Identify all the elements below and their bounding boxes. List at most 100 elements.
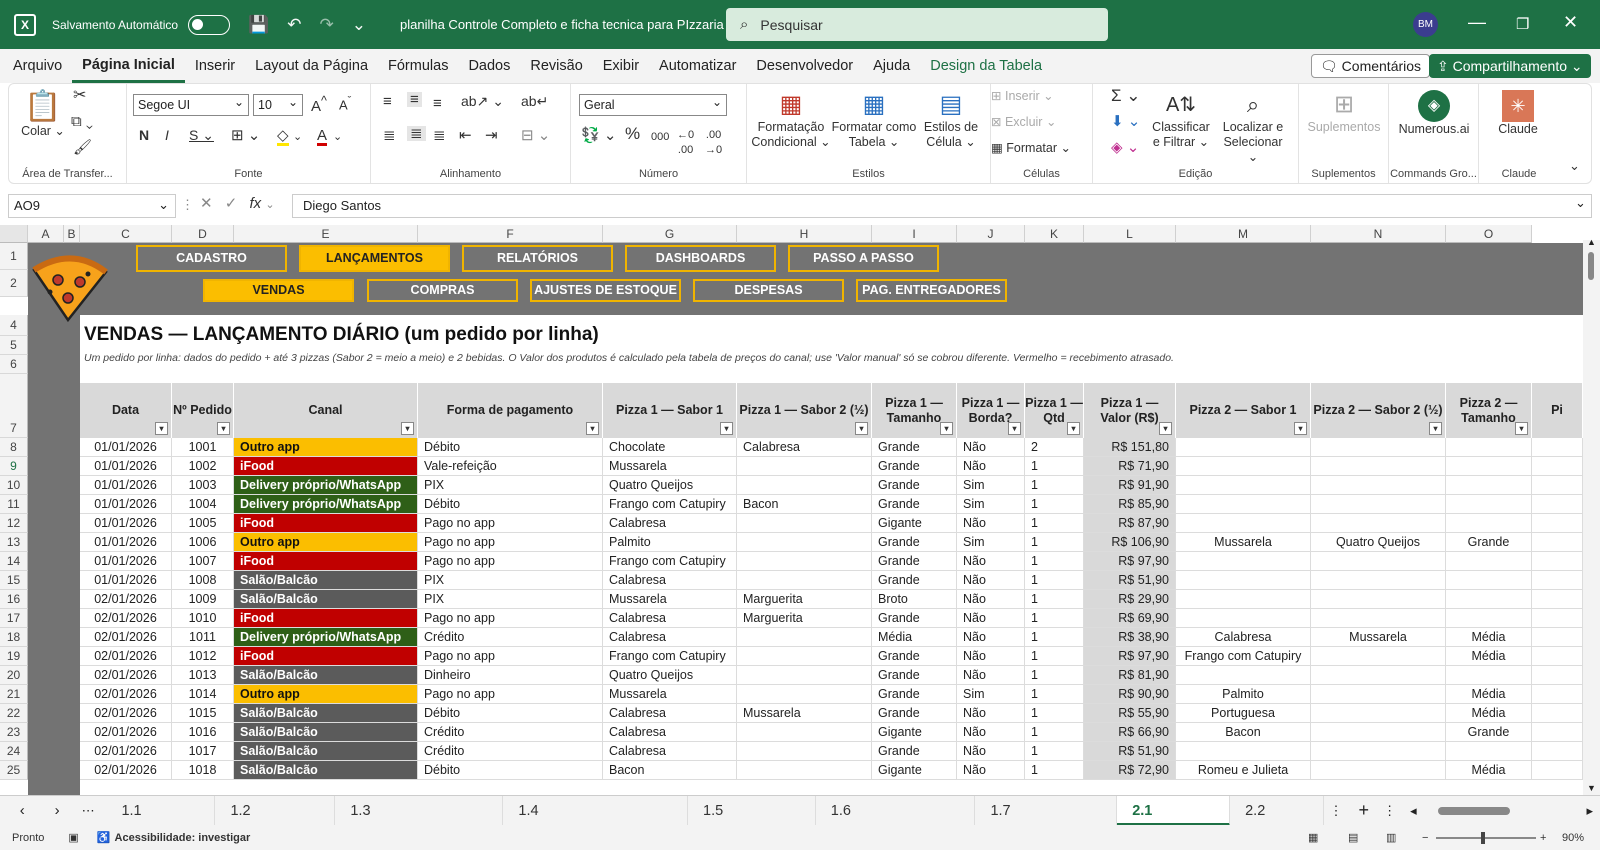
row-header-12[interactable]: 12 bbox=[0, 514, 28, 533]
delete-cells-button[interactable]: ⊠ Excluir ⌄ bbox=[991, 115, 1056, 130]
nav-sub-2[interactable]: AJUSTES DE ESTOQUE bbox=[530, 279, 681, 302]
table-cell-r3-c6[interactable]: Grande bbox=[872, 495, 957, 514]
table-cell-r7-c3[interactable]: PIX bbox=[418, 571, 603, 590]
table-cell-r3-c10[interactable] bbox=[1176, 495, 1311, 514]
shrink-font-icon[interactable]: Aˇ bbox=[339, 94, 351, 112]
page-break-view-icon[interactable]: ▥ bbox=[1386, 831, 1396, 844]
table-cell-r17-c7[interactable]: Não bbox=[957, 761, 1025, 780]
nav-top-4[interactable]: PASSO A PASSO bbox=[788, 245, 939, 272]
zoom-slider[interactable] bbox=[1436, 832, 1536, 844]
table-cell-r0-c8[interactable]: 2 bbox=[1025, 438, 1084, 457]
merge-center-icon[interactable]: ⊟ ⌄ bbox=[521, 128, 550, 143]
table-cell-r1-c1[interactable]: 1002 bbox=[172, 457, 234, 476]
table-cell-r14-c5[interactable]: Mussarela bbox=[737, 704, 872, 723]
table-cell-r6-c0[interactable]: 01/01/2026 bbox=[80, 552, 172, 571]
table-cell-r7-c2[interactable]: Salão/Balcão bbox=[234, 571, 418, 590]
table-cell-r7-c8[interactable]: 1 bbox=[1025, 571, 1084, 590]
comments-button[interactable]: 🗨 Comentários bbox=[1311, 54, 1431, 78]
table-header-5[interactable]: Pizza 1 — Sabor 2 (½) ▾ bbox=[737, 383, 872, 438]
more-sheets-icon[interactable]: ⋯ bbox=[70, 803, 107, 819]
paste-button[interactable]: 📋 Colar ⌄ bbox=[19, 90, 67, 139]
menu-arquivo[interactable]: Arquivo bbox=[3, 49, 72, 83]
table-header-8[interactable]: Pizza 1 — Qtd ▾ bbox=[1025, 383, 1084, 438]
column-header-i[interactable]: I bbox=[872, 225, 957, 243]
table-cell-r11-c12[interactable]: Média bbox=[1446, 647, 1532, 666]
column-header-d[interactable]: D bbox=[172, 225, 234, 243]
table-cell-r15-c0[interactable]: 02/01/2026 bbox=[80, 723, 172, 742]
table-cell-r13-c4[interactable]: Mussarela bbox=[603, 685, 737, 704]
table-cell-r2-c5[interactable] bbox=[737, 476, 872, 495]
table-cell-r5-c0[interactable]: 01/01/2026 bbox=[80, 533, 172, 552]
user-avatar[interactable]: BM bbox=[1413, 12, 1438, 37]
row-header-25[interactable]: 25 bbox=[0, 761, 28, 780]
format-painter-icon[interactable]: 🖌 bbox=[73, 140, 92, 155]
cut-icon[interactable]: ✂ bbox=[73, 88, 86, 104]
table-cell-r11-c3[interactable]: Pago no app bbox=[418, 647, 603, 666]
table-cell-r17-c13[interactable] bbox=[1532, 761, 1583, 780]
table-cell-r10-c9[interactable]: R$ 38,90 bbox=[1084, 628, 1176, 647]
hscroll-left-icon[interactable]: ◂ bbox=[1410, 803, 1424, 819]
cell-styles-button[interactable]: ▤ Estilos de Célula ⌄ bbox=[919, 90, 983, 150]
table-cell-r7-c12[interactable] bbox=[1446, 571, 1532, 590]
find-select-button[interactable]: ⌕ Localizar e Selecionar ⌄ bbox=[1217, 90, 1289, 165]
document-title[interactable]: planilha Controle Completo e ficha tecni… bbox=[400, 17, 738, 33]
table-cell-r17-c10[interactable]: Romeu e Julieta bbox=[1176, 761, 1311, 780]
table-cell-r11-c0[interactable]: 02/01/2026 bbox=[80, 647, 172, 666]
column-header-m[interactable]: M bbox=[1176, 225, 1311, 243]
table-cell-r17-c6[interactable]: Gigante bbox=[872, 761, 957, 780]
menu-automatizar[interactable]: Automatizar bbox=[649, 49, 746, 83]
menu-pagina-inicial[interactable]: Página Inicial bbox=[72, 49, 185, 83]
nav-top-1[interactable]: LANÇAMENTOS bbox=[299, 245, 450, 272]
table-cell-r2-c2[interactable]: Delivery próprio/WhatsApp bbox=[234, 476, 418, 495]
table-cell-r6-c5[interactable] bbox=[737, 552, 872, 571]
page-layout-view-icon[interactable]: ▤ bbox=[1348, 831, 1358, 844]
table-cell-r7-c6[interactable]: Grande bbox=[872, 571, 957, 590]
decrease-decimal-icon[interactable]: .00 →0 bbox=[705, 128, 722, 158]
thousands-icon[interactable]: 000 bbox=[651, 130, 669, 145]
row-header-11[interactable]: 11 bbox=[0, 495, 28, 514]
column-header-o[interactable]: O bbox=[1446, 225, 1532, 243]
filter-dropdown-icon[interactable]: ▾ bbox=[217, 422, 230, 435]
row-header-13[interactable]: 13 bbox=[0, 533, 28, 552]
prev-sheet-icon[interactable]: ‹ bbox=[0, 802, 45, 819]
redo-icon[interactable]: ↷ bbox=[320, 15, 334, 35]
table-cell-r5-c8[interactable]: 1 bbox=[1025, 533, 1084, 552]
align-top-icon[interactable]: ≡ bbox=[383, 94, 392, 109]
table-cell-r14-c12[interactable]: Média bbox=[1446, 704, 1532, 723]
autosum-icon[interactable]: Σ ⌄ bbox=[1111, 87, 1140, 104]
add-sheet-icon[interactable]: + bbox=[1359, 800, 1370, 821]
table-cell-r2-c3[interactable]: PIX bbox=[418, 476, 603, 495]
table-cell-r5-c6[interactable]: Grande bbox=[872, 533, 957, 552]
table-cell-r5-c7[interactable]: Sim bbox=[957, 533, 1025, 552]
table-cell-r17-c4[interactable]: Bacon bbox=[603, 761, 737, 780]
insert-function-icon[interactable]: fx bbox=[250, 195, 262, 212]
table-cell-r4-c6[interactable]: Gigante bbox=[872, 514, 957, 533]
table-cell-r16-c6[interactable]: Grande bbox=[872, 742, 957, 761]
tabs-more-icon[interactable]: ⋮ bbox=[1330, 803, 1343, 819]
table-cell-r13-c11[interactable] bbox=[1311, 685, 1446, 704]
table-cell-r17-c11[interactable] bbox=[1311, 761, 1446, 780]
table-cell-r15-c8[interactable]: 1 bbox=[1025, 723, 1084, 742]
table-header-0[interactable]: Data ▾ bbox=[80, 383, 172, 438]
table-cell-r7-c7[interactable]: Não bbox=[957, 571, 1025, 590]
tab-cardapio[interactable]: 1.5 CARDAPIO bbox=[688, 795, 816, 849]
table-cell-r14-c1[interactable]: 1015 bbox=[172, 704, 234, 723]
table-cell-r13-c8[interactable]: 1 bbox=[1025, 685, 1084, 704]
row-header-23[interactable]: 23 bbox=[0, 723, 28, 742]
row-header-8[interactable]: 8 bbox=[0, 438, 28, 457]
format-as-table-button[interactable]: ▦ Formatar como Tabela ⌄ bbox=[831, 90, 917, 150]
borders-icon[interactable]: ⊞ ⌄ bbox=[231, 128, 260, 143]
table-cell-r13-c5[interactable] bbox=[737, 685, 872, 704]
table-cell-r11-c8[interactable]: 1 bbox=[1025, 647, 1084, 666]
table-cell-r2-c10[interactable] bbox=[1176, 476, 1311, 495]
table-cell-r2-c13[interactable] bbox=[1532, 476, 1583, 495]
table-cell-r14-c10[interactable]: Portuguesa bbox=[1176, 704, 1311, 723]
menu-revisao[interactable]: Revisão bbox=[520, 49, 592, 83]
table-cell-r5-c1[interactable]: 1006 bbox=[172, 533, 234, 552]
table-cell-r9-c4[interactable]: Calabresa bbox=[603, 609, 737, 628]
menu-exibir[interactable]: Exibir bbox=[593, 49, 649, 83]
table-cell-r17-c2[interactable]: Salão/Balcão bbox=[234, 761, 418, 780]
table-cell-r5-c10[interactable]: Mussarela bbox=[1176, 533, 1311, 552]
table-cell-r6-c1[interactable]: 1007 bbox=[172, 552, 234, 571]
scroll-up-icon[interactable]: ▲ bbox=[1587, 237, 1596, 247]
